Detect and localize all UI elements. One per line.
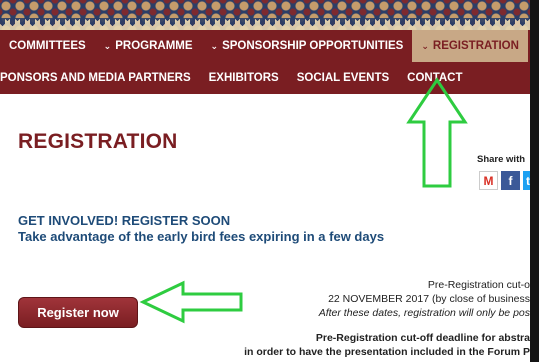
main-navigation: COMMITTEES ⌄ PROGRAMME ⌄ SPONSORSHIP OPP… [0,30,539,94]
nav-item-programme[interactable]: ⌄ PROGRAMME [95,30,202,62]
nav-item-committees[interactable]: COMMITTEES [0,30,95,62]
nav-item-label: PROGRAMME [115,40,193,52]
nav-item-label: EXHIBITORS [208,72,279,84]
involved-heading: GET INVOLVED! REGISTER SOON [18,213,231,228]
nav-item-sponsorship-opportunities[interactable]: ⌄ SPONSORSHIP OPPORTUNITIES [202,30,413,62]
involved-subheading: Take advantage of the early bird fees ex… [18,229,385,244]
register-now-button[interactable]: Register now [18,297,138,328]
nav-item-exhibitors[interactable]: EXHIBITORS [200,62,288,94]
chevron-down-icon: ⌄ [210,40,219,51]
nav-row-secondary: PONSORS AND MEDIA PARTNERS EXHIBITORS SO… [0,62,539,94]
right-edge-border [530,0,539,362]
screenshot-frame: COMMITTEES ⌄ PROGRAMME ⌄ SPONSORSHIP OPP… [0,0,539,362]
nav-item-sponsors-media-partners[interactable]: PONSORS AND MEDIA PARTNERS [0,62,200,94]
chevron-down-icon: ⌄ [421,40,429,51]
nav-item-social-events[interactable]: SOCIAL EVENTS [288,62,398,94]
nav-item-label: SOCIAL EVENTS [296,72,390,84]
forum-order-note-text: in order to have the presentation includ… [244,346,530,358]
share-label: Share with [477,154,526,165]
page-title: REGISTRATION [18,130,178,153]
pre-registration-cutoff-text: Pre-Registration cut-o [427,279,530,291]
registration-content: REGISTRATION Share with M f t GET INVOLV… [0,94,533,362]
pre-registration-after-text: After these dates, registration will onl… [318,307,530,319]
nav-item-label: COMMITTEES [9,40,86,52]
nav-item-registration[interactable]: ⌄ REGISTRATION [412,30,528,62]
chevron-down-icon: ⌄ [103,40,112,51]
nav-item-contact[interactable]: CONTACT [398,62,471,94]
nav-item-label: SPONSORSHIP OPPORTUNITIES [222,40,404,52]
facebook-icon[interactable]: f [501,171,520,190]
nav-item-label: CONTACT [407,72,463,84]
nav-item-label: REGISTRATION [432,40,519,52]
share-icons: M f t [479,171,533,190]
gmail-icon[interactable]: M [479,171,498,190]
nav-item-label: PONSORS AND MEDIA PARTNERS [0,72,191,84]
pre-registration-date-text: 22 NOVEMBER 2017 (by close of business [328,293,530,305]
abstract-deadline-text: Pre-Registration cut-off deadline for ab… [315,332,530,344]
nav-row-primary: COMMITTEES ⌄ PROGRAMME ⌄ SPONSORSHIP OPP… [0,30,539,62]
decorative-pattern-band [0,0,539,30]
